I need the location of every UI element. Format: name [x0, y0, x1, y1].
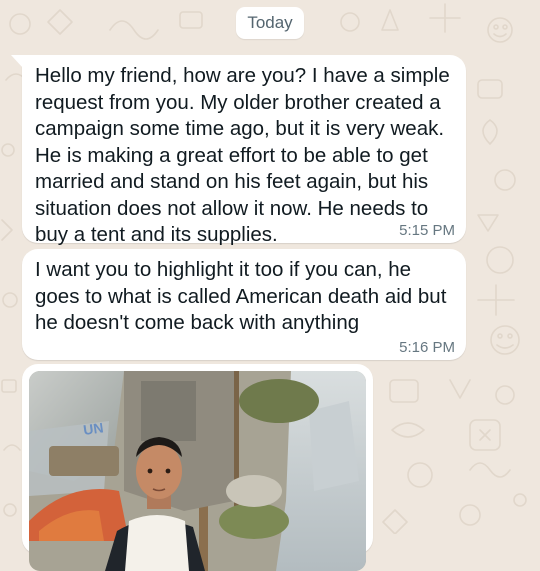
message-timestamp: 5:15 PM — [399, 222, 455, 239]
message-text: Hello my friend, how are you? I have a s… — [35, 64, 450, 246]
bubble-tail — [11, 55, 23, 68]
photo-attachment[interactable]: UN — [29, 371, 366, 571]
message-timestamp: 5:16 PM — [399, 339, 455, 356]
message-text: I want you to highlight it too if you ca… — [35, 258, 447, 334]
date-separator: Today — [236, 7, 304, 39]
date-separator-label: Today — [247, 13, 293, 32]
tarp-lettering: UN — [82, 419, 104, 438]
image-message-bubble[interactable]: UN — [22, 364, 373, 571]
photo-image: UN — [29, 371, 366, 571]
incoming-message-bubble[interactable]: Hello my friend, how are you? I have a s… — [11, 55, 466, 246]
incoming-message-bubble[interactable]: I want you to highlight it too if you ca… — [22, 249, 466, 360]
